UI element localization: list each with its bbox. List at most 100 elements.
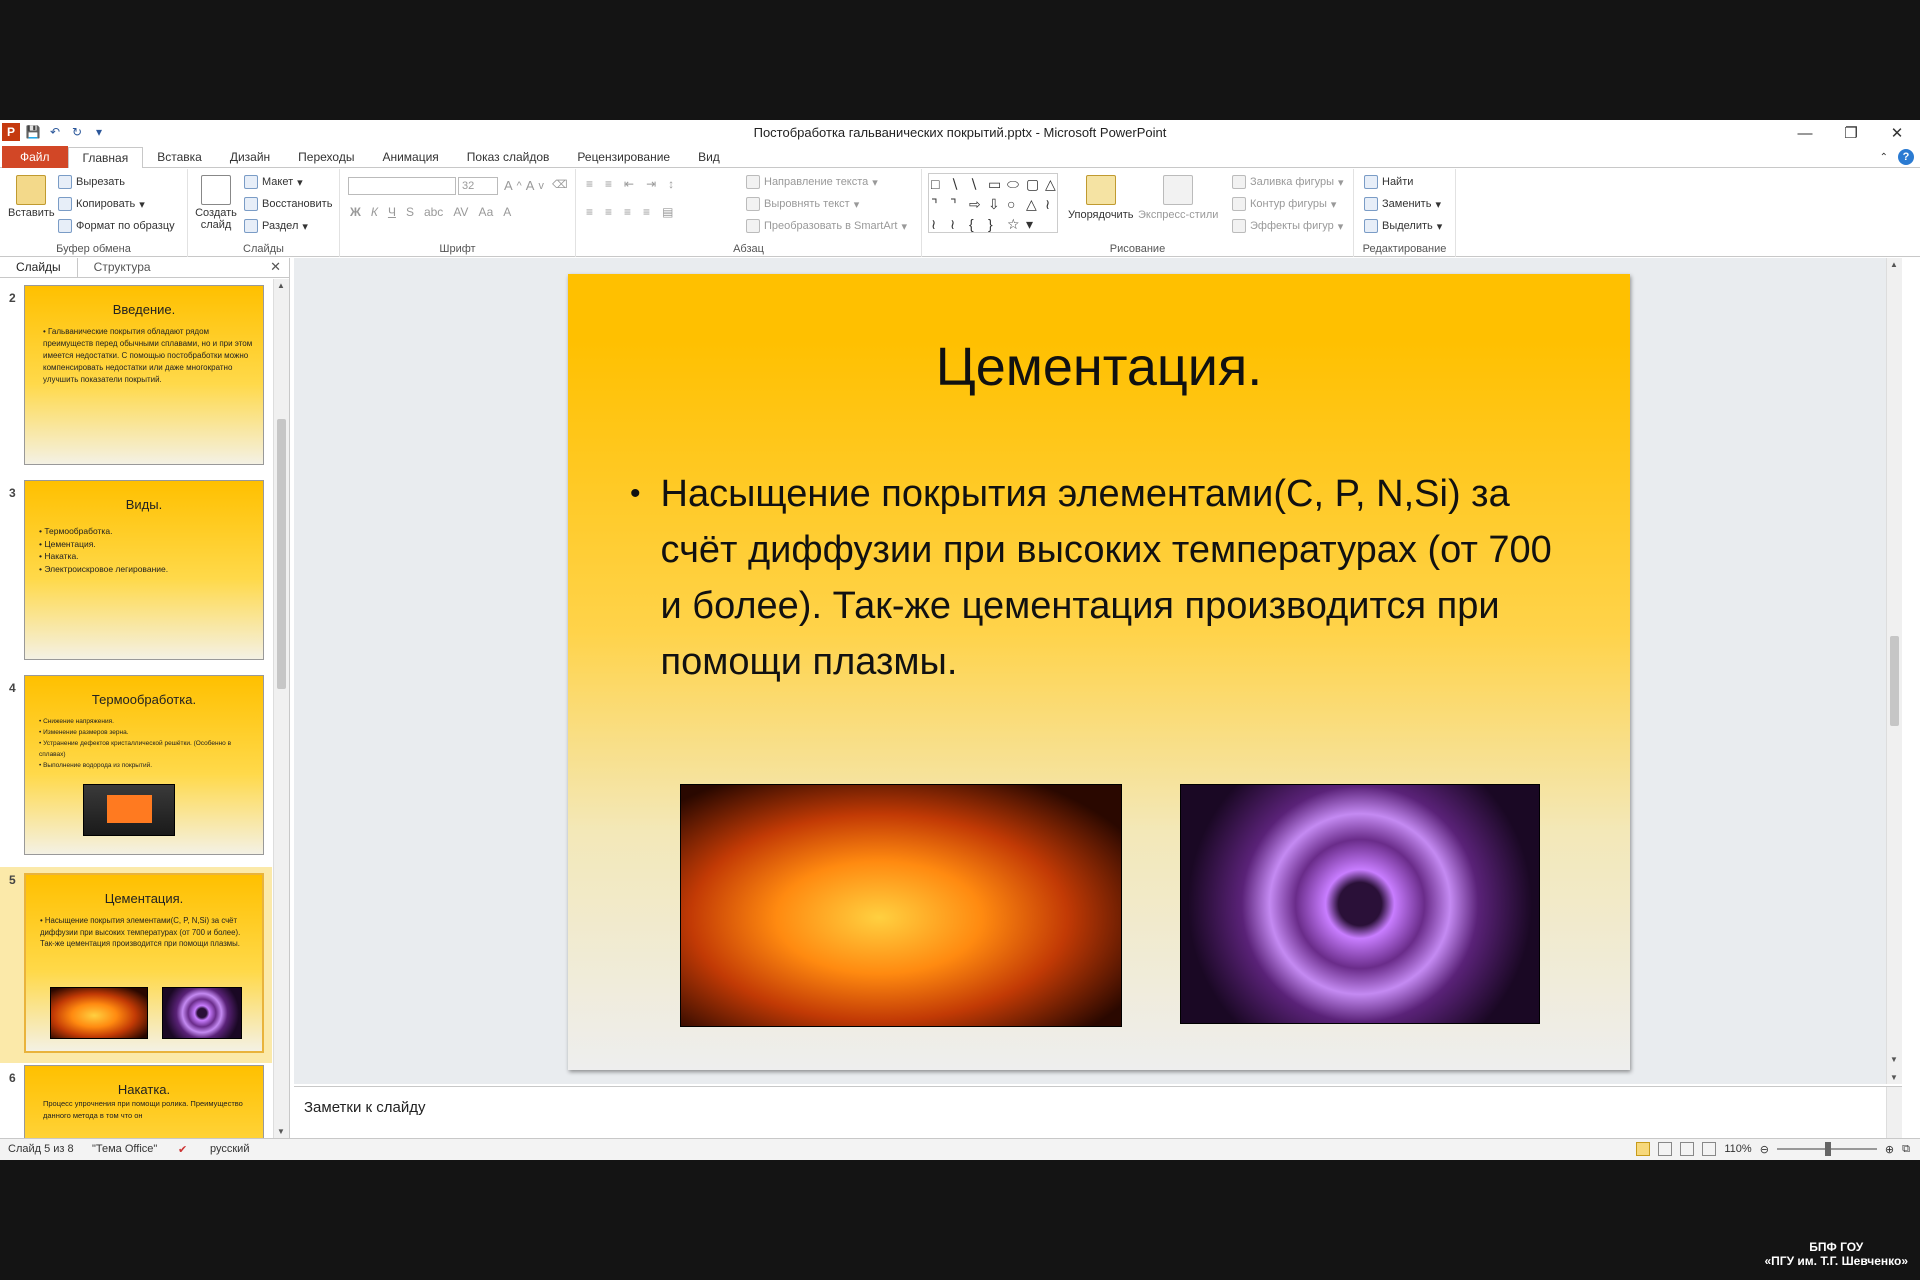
section-button[interactable]: Раздел ▾: [244, 219, 308, 233]
close-panel-icon[interactable]: ✕: [270, 259, 281, 275]
scroll-thumb[interactable]: [277, 419, 286, 689]
restore-icon[interactable]: ❐: [1828, 120, 1874, 146]
slide-title[interactable]: Цементация.: [568, 336, 1630, 398]
slide-body[interactable]: • Насыщение покрытия элементами(C, P, N,…: [630, 466, 1570, 690]
grow-font-button[interactable]: A ^ Av: [504, 178, 544, 193]
rounded-rect-shape-icon[interactable]: ▢: [1026, 176, 1043, 193]
spellcheck-icon[interactable]: ✔: [178, 1143, 187, 1156]
zoom-out-icon[interactable]: ⊖: [1760, 1143, 1769, 1156]
arrow-right-shape-icon[interactable]: ⇨: [969, 196, 986, 213]
tab-design[interactable]: Дизайн: [216, 146, 284, 168]
decrease-indent-icon[interactable]: ⇤: [624, 177, 634, 191]
new-slide-button[interactable]: Создать слайд: [194, 175, 238, 231]
theme-name[interactable]: "Тема Office": [92, 1143, 157, 1155]
curve-shape-icon[interactable]: ≀: [1045, 196, 1062, 213]
font-name-input[interactable]: [348, 177, 456, 195]
slide-preview[interactable]: Накатка. Процесс упрочнения при помощи р…: [24, 1065, 264, 1138]
zoom-in-icon[interactable]: ⊕: [1885, 1143, 1894, 1156]
scroll-down-icon[interactable]: ▼: [1890, 1055, 1898, 1064]
slide-preview[interactable]: Цементация. • Насыщение покрытия элемент…: [24, 873, 264, 1053]
layout-button[interactable]: Макет ▾: [244, 175, 303, 189]
brace-shape-icon[interactable]: {: [969, 216, 986, 233]
connector-shape-icon[interactable]: ⌝: [950, 196, 967, 213]
tab-view[interactable]: Вид: [684, 146, 734, 168]
notes-pane[interactable]: Заметки к слайду: [294, 1086, 1902, 1139]
tab-review[interactable]: Рецензирование: [563, 146, 684, 168]
shape-icon[interactable]: △: [1026, 196, 1043, 213]
oval-shape-icon[interactable]: ⬭: [1007, 176, 1024, 193]
slide-preview[interactable]: Термообработка. Снижение напряжения. Изм…: [24, 675, 264, 855]
minimize-icon[interactable]: —: [1782, 120, 1828, 146]
replace-button[interactable]: Заменить ▾: [1364, 197, 1441, 211]
tab-home[interactable]: Главная: [67, 147, 144, 168]
notes-scrollbar[interactable]: [1886, 1087, 1902, 1139]
tab-file[interactable]: Файл: [2, 146, 68, 168]
bold-button[interactable]: Ж: [350, 205, 361, 219]
clear-format-icon[interactable]: ⌫: [552, 178, 568, 191]
fit-to-window-icon[interactable]: ⧉: [1902, 1143, 1910, 1156]
spacing-icon[interactable]: AV: [453, 205, 468, 219]
smartart-button[interactable]: Преобразовать в SmartArt ▾: [746, 219, 907, 233]
triangle-shape-icon[interactable]: △: [1045, 176, 1062, 193]
align-left-icon[interactable]: ≡: [586, 205, 593, 219]
shadow-button[interactable]: S: [406, 205, 414, 219]
star-shape-icon[interactable]: ☆: [1007, 216, 1024, 233]
arrow-down-shape-icon[interactable]: ⇩: [988, 196, 1005, 213]
find-button[interactable]: Найти: [1364, 175, 1413, 189]
tab-slide-show[interactable]: Показ слайдов: [453, 146, 564, 168]
slide-preview[interactable]: Виды. Термообработка. Цементация. Накатк…: [24, 480, 264, 660]
thumbnail-slide-5[interactable]: 5 Цементация. • Насыщение покрытия элеме…: [0, 867, 272, 1063]
current-slide[interactable]: Цементация. • Насыщение покрытия элемент…: [568, 274, 1630, 1070]
format-painter-button[interactable]: Формат по образцу: [58, 219, 175, 233]
slide-sorter-icon[interactable]: [1658, 1142, 1673, 1156]
more-shapes-icon[interactable]: ▾: [1026, 216, 1043, 233]
tab-outline[interactable]: Структура: [78, 258, 167, 277]
line-shape-icon[interactable]: ∖: [950, 176, 967, 193]
select-button[interactable]: Выделить ▾: [1364, 219, 1442, 233]
line-shape-icon[interactable]: ∖: [969, 176, 986, 193]
align-text-button[interactable]: Выровнять текст ▾: [746, 197, 859, 211]
align-right-icon[interactable]: ≡: [624, 205, 631, 219]
reset-button[interactable]: Восстановить: [244, 197, 332, 211]
thumbnail-slide-3[interactable]: 3 Виды. Термообработка. Цементация. Нака…: [0, 480, 272, 670]
thumbnail-slide-4[interactable]: 4 Термообработка. Снижение напряжения. И…: [0, 675, 272, 865]
scroll-up-icon[interactable]: ▲: [277, 281, 285, 290]
shape-effects-button[interactable]: Эффекты фигур ▾: [1232, 219, 1343, 233]
slideshow-icon[interactable]: [1702, 1142, 1717, 1156]
italic-button[interactable]: К: [371, 205, 378, 219]
slide-preview[interactable]: Введение. • Гальванические покрытия обла…: [24, 285, 264, 465]
scroll-down-icon[interactable]: ▼: [277, 1127, 285, 1136]
numbering-icon[interactable]: ≡: [605, 177, 612, 191]
close-icon[interactable]: ✕: [1874, 120, 1920, 146]
connector-shape-icon[interactable]: ⌝: [931, 196, 948, 213]
font-size-input[interactable]: 32: [458, 177, 498, 195]
collapse-ribbon-icon[interactable]: ⌃: [1880, 152, 1888, 163]
curve-shape-icon[interactable]: ≀: [950, 216, 967, 233]
zoom-slider[interactable]: [1776, 1142, 1877, 1156]
change-case-button[interactable]: Аа: [478, 205, 493, 219]
help-icon[interactable]: ?: [1898, 149, 1914, 165]
text-direction-button[interactable]: Направление текста ▾: [746, 175, 878, 189]
shape-outline-button[interactable]: Контур фигуры ▾: [1232, 197, 1336, 211]
thumbnail-slide-6[interactable]: 6 Накатка. Процесс упрочнения при помощи…: [0, 1065, 272, 1138]
align-center-icon[interactable]: ≡: [605, 205, 612, 219]
normal-view-icon[interactable]: [1636, 1142, 1651, 1156]
font-color-icon[interactable]: A: [503, 205, 511, 219]
shapes-gallery[interactable]: □ ∖ ∖ ▭ ⬭ ▢ △ ⌝ ⌝ ⇨ ⇩ ○ △ ≀ ≀ ≀{} ☆ ▾: [928, 173, 1058, 233]
brace-shape-icon[interactable]: }: [988, 216, 1005, 233]
increase-indent-icon[interactable]: ⇥: [646, 177, 656, 191]
tab-transitions[interactable]: Переходы: [284, 146, 368, 168]
curve-shape-icon[interactable]: ≀: [931, 216, 948, 233]
scroll-thumb[interactable]: [1890, 636, 1899, 726]
furnace-image[interactable]: [680, 784, 1122, 1027]
shape-fill-button[interactable]: Заливка фигуры ▾: [1232, 175, 1344, 189]
next-slide-icon[interactable]: ▼: [1890, 1073, 1898, 1082]
tab-animations[interactable]: Анимация: [368, 146, 452, 168]
reading-view-icon[interactable]: [1680, 1142, 1695, 1156]
zoom-level[interactable]: 110%: [1724, 1143, 1751, 1155]
copy-button[interactable]: Копировать ▾: [58, 197, 145, 211]
textbox-shape-icon[interactable]: □: [931, 176, 948, 193]
thumbnail-slide-2[interactable]: 2 Введение. • Гальванические покрытия об…: [0, 285, 272, 475]
tab-insert[interactable]: Вставка: [143, 146, 216, 168]
language[interactable]: русский: [210, 1143, 249, 1155]
